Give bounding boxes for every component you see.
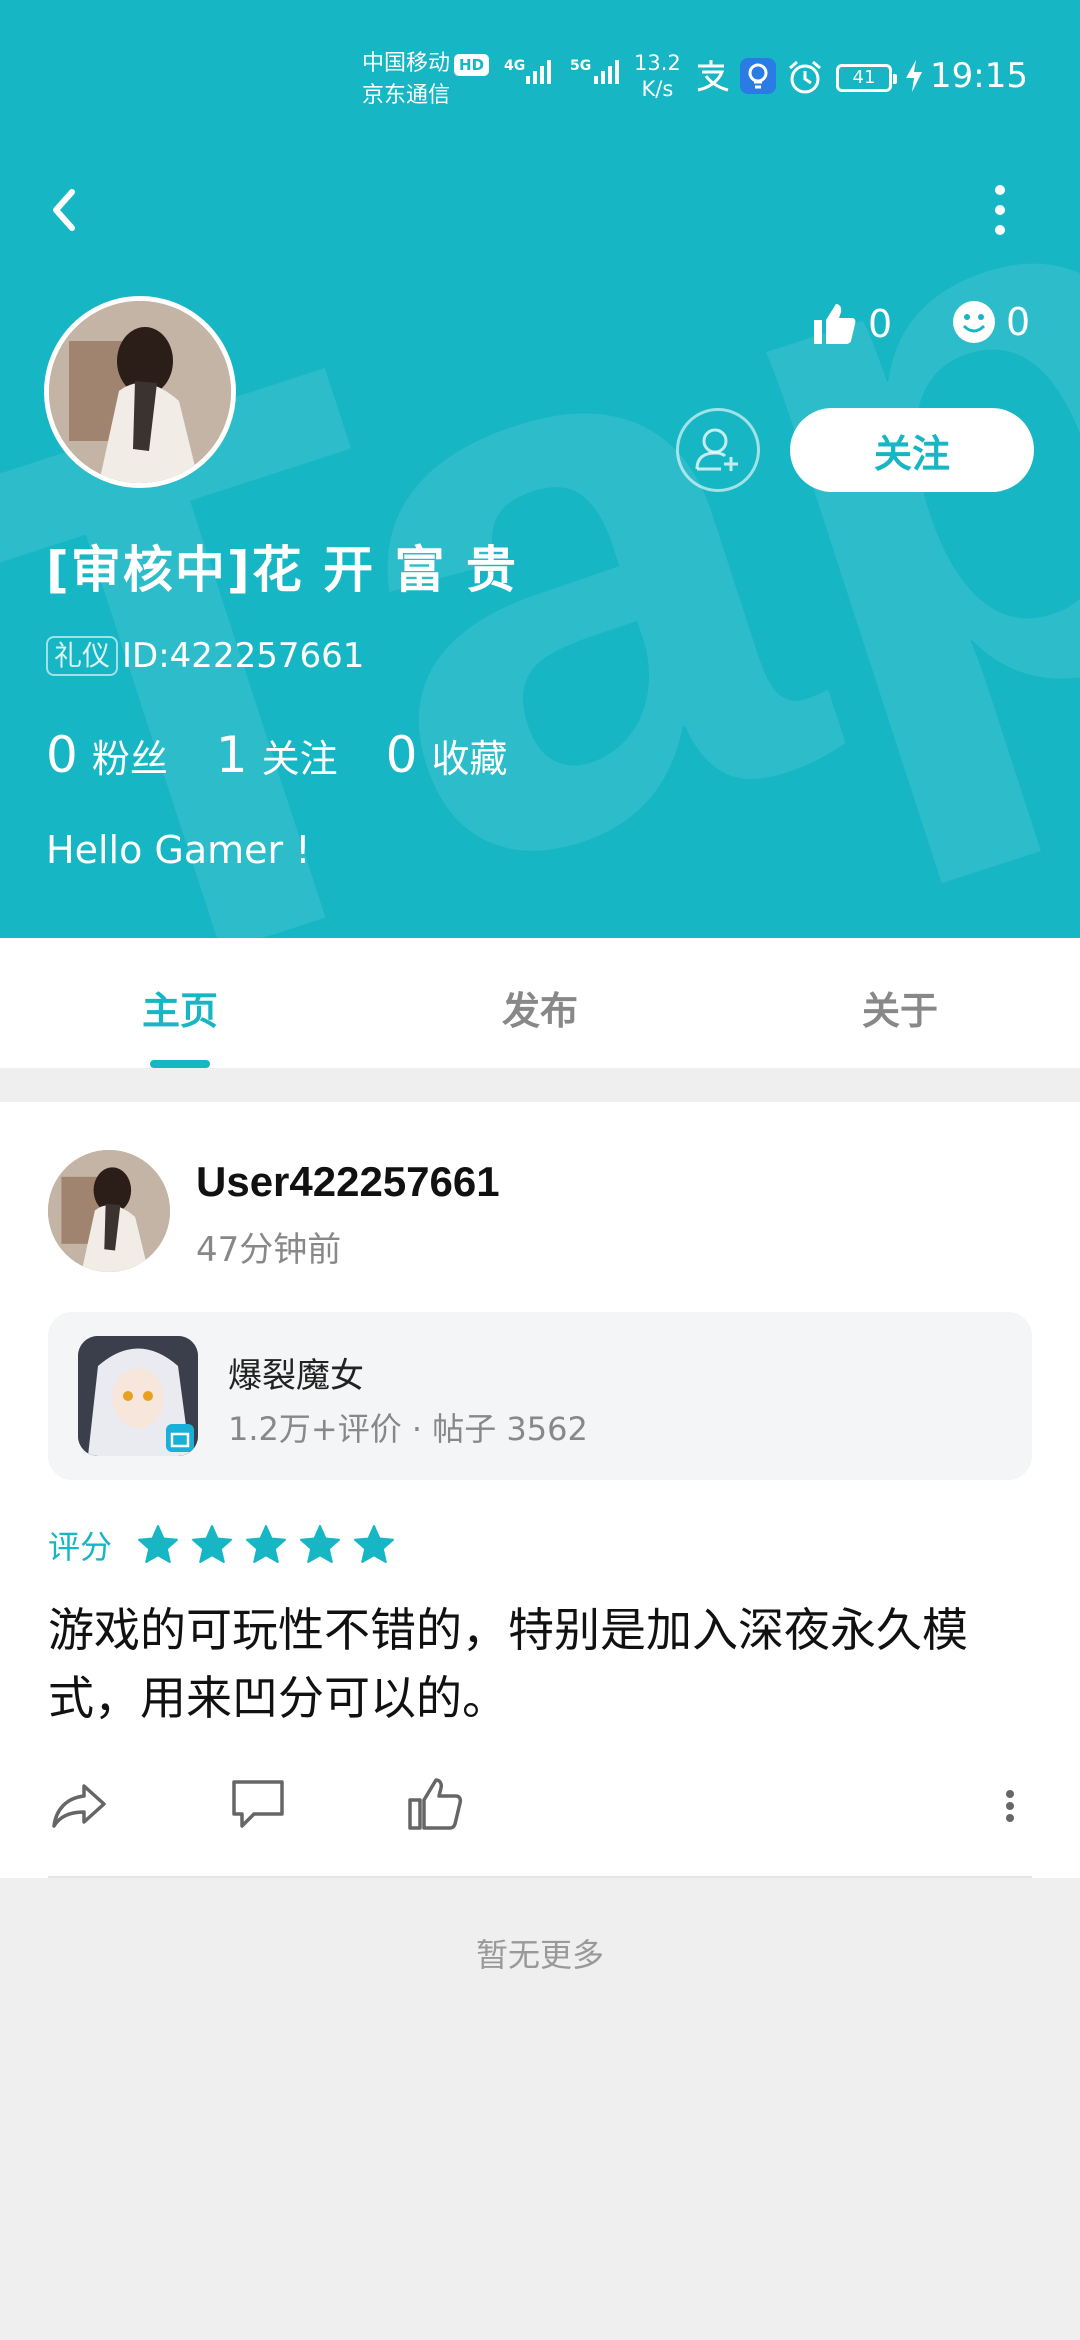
speed-value: 13.2 [634, 51, 681, 75]
carrier-name-2: 京东通信 [362, 83, 451, 108]
network-speed: 13.2 K/s [634, 50, 681, 102]
clock: 19:15 [930, 56, 1028, 96]
rating-label: 评分 [48, 1528, 113, 1566]
thumbs-up-icon [814, 304, 856, 344]
like-icon[interactable] [404, 1772, 468, 1836]
back-arrow-icon[interactable] [40, 180, 100, 240]
post-actions [48, 1772, 1032, 1842]
game-art-image [78, 1336, 198, 1456]
add-friend-button[interactable] [676, 408, 760, 492]
post-avatar[interactable] [48, 1150, 170, 1272]
add-user-icon [695, 428, 738, 471]
profile-header: Tap 中国移动 HD 京东通信 4G 5G 13.2 K/s 41 19:15… [0, 0, 1080, 938]
review-text: 游戏的可玩性不错的，特别是加入深夜永久模式，用来凹分可以的。 [48, 1603, 968, 1725]
alipay-icon [697, 60, 729, 92]
carrier-info: 中国移动 HD 京东通信 [362, 48, 490, 112]
favorites-stat[interactable]: 0 收藏 [386, 726, 508, 784]
post-time: 47分钟前 [196, 1230, 342, 1270]
profile-id-row: 礼仪 ID:422257661 [46, 636, 364, 676]
charging-icon [906, 60, 922, 92]
comment-icon[interactable] [226, 1772, 290, 1836]
smile-face-icon [953, 301, 995, 343]
no-more-text: 暂无更多 [475, 1936, 604, 1974]
user-tag: 礼仪 [46, 636, 119, 676]
star-icon [300, 1525, 341, 1563]
game-card[interactable]: 爆裂魔女 1.2万+评价 · 帖子 3562 [48, 1312, 1032, 1480]
fans-count: 0 [46, 726, 78, 784]
star-rating [136, 1523, 396, 1567]
star-icon [246, 1525, 287, 1563]
alarm-icon [789, 60, 821, 94]
following-stat[interactable]: 1 关注 [216, 726, 338, 784]
bulb-app-icon [740, 58, 776, 94]
post-more-icon[interactable] [988, 1772, 1032, 1836]
star-icon [354, 1525, 395, 1563]
avatar-image [49, 301, 231, 483]
status-bar: 中国移动 HD 京东通信 4G 5G 13.2 K/s 41 19:15 [0, 0, 1080, 150]
favorites-count: 0 [385, 726, 418, 784]
profile-bio: Hello Gamer ! [46, 828, 311, 872]
fans-label: 粉丝 [91, 737, 168, 781]
post-avatar-image [48, 1150, 170, 1272]
tab-home[interactable]: 主页 [0, 938, 360, 1068]
profile-tabs: 主页 发布 关于 [0, 938, 1080, 1068]
profile-username: [审核中]花 开 富 贵 [46, 541, 518, 599]
profile-avatar[interactable] [44, 296, 236, 488]
signal-bars-1-icon [526, 60, 551, 84]
speed-unit: K/s [641, 77, 674, 101]
carrier-name-1: 中国移动 [362, 51, 451, 76]
game-icon [78, 1336, 198, 1456]
post-card: User422257661 47分钟前 爆裂魔女 1.2万+评价 · 帖子 35… [0, 1102, 1080, 1878]
share-icon[interactable] [48, 1772, 112, 1836]
smiles-stat[interactable]: 0 [952, 300, 1030, 344]
tab-posts[interactable]: 发布 [360, 938, 720, 1068]
network-type-2: 5G [570, 58, 592, 74]
more-vertical-icon[interactable] [980, 180, 1020, 240]
tab-about[interactable]: 关于 [720, 938, 1080, 1068]
favorites-label: 收藏 [431, 737, 508, 781]
following-count: 1 [215, 726, 248, 784]
game-meta: 1.2万+评价 · 帖子 3562 [228, 1410, 588, 1448]
hd-badge: HD [454, 54, 490, 76]
follow-button[interactable]: 关注 [790, 408, 1034, 492]
user-id: ID:422257661 [122, 636, 365, 676]
signal-bars-2-icon [594, 60, 619, 84]
network-type-1: 4G [504, 58, 526, 74]
battery-indicator: 41 [836, 64, 897, 92]
likes-count: 0 [868, 302, 893, 346]
post-username[interactable]: User422257661 [196, 1158, 500, 1206]
smiles-count: 0 [1006, 300, 1031, 344]
fans-stat[interactable]: 0 粉丝 [46, 726, 168, 784]
card-divider [48, 1876, 1032, 1878]
game-name: 爆裂魔女 [228, 1356, 364, 1396]
rating-row: 评分 [48, 1522, 396, 1568]
following-label: 关注 [261, 737, 338, 781]
likes-stat[interactable]: 0 [810, 300, 892, 348]
profile-counts: 0 粉丝 1 关注 0 收藏 [46, 726, 507, 784]
star-icon [138, 1525, 179, 1563]
star-icon [192, 1525, 233, 1563]
